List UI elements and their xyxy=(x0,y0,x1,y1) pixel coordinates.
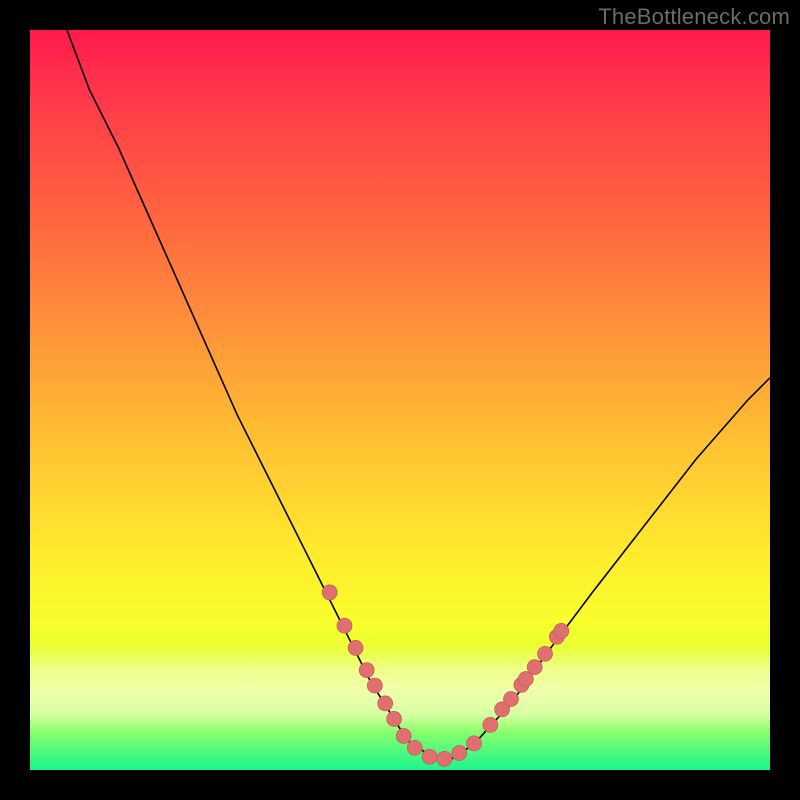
cluster-point xyxy=(396,729,411,744)
cluster-point xyxy=(387,711,402,726)
cluster-point xyxy=(367,678,382,693)
cluster-point xyxy=(359,663,374,678)
cluster-point xyxy=(322,585,337,600)
bottleneck-curve xyxy=(67,30,770,759)
watermark-text: TheBottleneck.com xyxy=(598,4,790,30)
cluster-point xyxy=(483,717,498,732)
cluster-point xyxy=(504,692,519,707)
plot-area xyxy=(30,30,770,770)
cluster-point xyxy=(554,623,569,638)
cluster-point xyxy=(407,740,422,755)
cluster-point xyxy=(422,749,437,764)
cluster-point xyxy=(467,736,482,751)
cluster-point xyxy=(452,746,467,761)
cluster-point xyxy=(337,618,352,633)
cluster-point xyxy=(538,646,553,661)
cluster-points xyxy=(322,585,569,767)
chart-svg xyxy=(30,30,770,770)
cluster-point xyxy=(437,751,452,766)
chart-frame: TheBottleneck.com xyxy=(0,0,800,800)
cluster-point xyxy=(348,640,363,655)
cluster-point xyxy=(527,660,542,675)
cluster-point xyxy=(378,696,393,711)
